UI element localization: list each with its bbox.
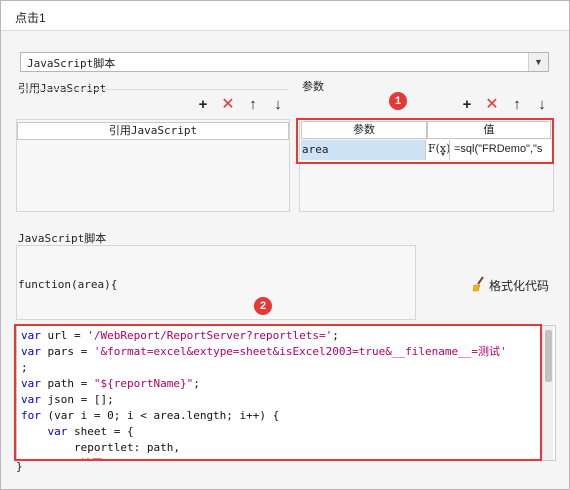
title-bar: 点击1 [1, 1, 569, 31]
broom-icon [472, 276, 486, 292]
editor-scrollbar[interactable] [542, 326, 553, 460]
window-title: 点击1 [15, 11, 46, 25]
params-add-button[interactable]: + [458, 96, 476, 114]
ref-js-section-label: 引用JavaScript [18, 82, 107, 95]
script-section-label: JavaScript脚本 [18, 232, 107, 245]
action-type-select[interactable]: JavaScript脚本 ▼ [20, 52, 549, 72]
format-code-label: 格式化代码 [489, 279, 550, 293]
function-closing-brace: } [16, 460, 23, 473]
chevron-down-icon[interactable]: ▼ [528, 53, 548, 71]
ref-js-delete-button[interactable]: ✕ [219, 96, 237, 114]
ref-js-add-button[interactable]: + [194, 96, 212, 114]
function-signature: function(area){ [18, 278, 118, 291]
ref-js-list[interactable]: 引用JavaScript [16, 119, 290, 212]
ref-js-column-header: 引用JavaScript [17, 122, 289, 140]
callout-highlight-2 [14, 324, 542, 461]
callout-highlight-1 [296, 118, 554, 164]
ref-js-move-down-button[interactable]: ↓ [269, 96, 287, 114]
params-move-down-button[interactable]: ↓ [533, 96, 551, 114]
scrollbar-thumb[interactable] [545, 330, 552, 382]
callout-badge-2: 2 [254, 297, 272, 315]
params-delete-button[interactable]: ✕ [483, 96, 501, 114]
params-move-up-button[interactable]: ↑ [508, 96, 526, 114]
action-type-value: JavaScript脚本 [27, 57, 116, 70]
section-divider [17, 89, 289, 90]
params-section-label: 参数 [302, 80, 324, 93]
callout-badge-1: 1 [389, 92, 407, 110]
ref-js-move-up-button[interactable]: ↑ [244, 96, 262, 114]
